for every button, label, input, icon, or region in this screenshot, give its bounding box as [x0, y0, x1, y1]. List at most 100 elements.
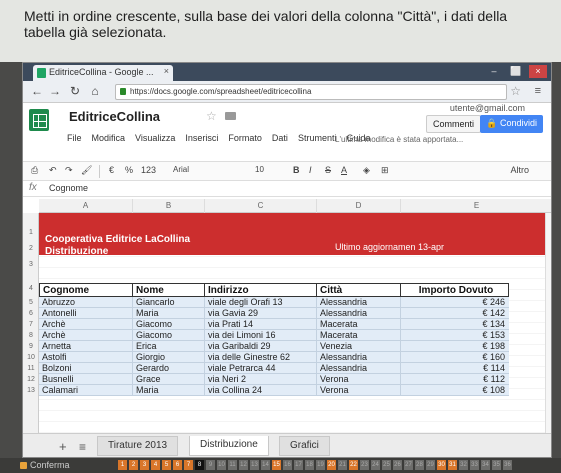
table-cell[interactable]: viale Petrarca 44: [205, 363, 317, 374]
table-row[interactable]: Archè Giacomo via dei Limoni 16 Macerata € 1…: [39, 330, 509, 341]
strikethrough-button[interactable]: S: [325, 165, 331, 175]
browser-menu-icon[interactable]: ≡: [535, 85, 541, 97]
table-cell[interactable]: € 198: [401, 341, 509, 352]
table-cell[interactable]: Bolzoni: [39, 363, 133, 374]
table-cell[interactable]: € 112: [401, 374, 509, 385]
question-number-button[interactable]: 4: [151, 460, 160, 470]
back-arrow-icon[interactable]: ←: [29, 84, 45, 98]
menu-format[interactable]: Formato: [228, 133, 262, 143]
question-number-button[interactable]: 22: [349, 460, 358, 470]
table-row[interactable]: Abruzzo Giancarlo viale degli Orafi 13 Ales…: [39, 297, 509, 308]
table-cell[interactable]: via Collina 24: [205, 385, 317, 396]
question-number-button[interactable]: 29: [426, 460, 435, 470]
question-number-button[interactable]: 26: [393, 460, 402, 470]
column-header-c[interactable]: C: [205, 199, 317, 213]
table-cell[interactable]: Archè: [39, 319, 133, 330]
header-citta[interactable]: Città: [317, 283, 401, 297]
table-cell[interactable]: € 114: [401, 363, 509, 374]
url-input[interactable]: https://docs.google.com/spreadsheet/edit…: [115, 84, 507, 100]
table-row[interactable]: Archè Giacomo via Prati 14 Macerata € 134: [39, 319, 509, 330]
table-cell[interactable]: via Gavia 29: [205, 308, 317, 319]
question-number-button[interactable]: 15: [272, 460, 281, 470]
question-number-button[interactable]: 32: [459, 460, 468, 470]
table-cell[interactable]: Alessandria: [317, 363, 401, 374]
more-button[interactable]: Altro: [510, 165, 529, 175]
table-cell[interactable]: € 134: [401, 319, 509, 330]
row-header[interactable]: 8: [23, 332, 39, 339]
comments-button[interactable]: Commenti: [425, 115, 481, 133]
table-cell[interactable]: Arnetta: [39, 341, 133, 352]
table-cell[interactable]: Gerardo: [133, 363, 205, 374]
home-icon[interactable]: ⌂: [87, 84, 103, 98]
table-cell[interactable]: via Neri 2: [205, 374, 317, 385]
banner-title[interactable]: Cooperativa Editrice LaCollina: [45, 234, 190, 245]
currency-format-button[interactable]: €: [109, 165, 114, 175]
minimize-button[interactable]: –: [485, 65, 503, 78]
row-header[interactable]: 13: [23, 387, 39, 394]
row-header[interactable]: 5: [23, 299, 39, 306]
question-number-button[interactable]: 21: [338, 460, 347, 470]
table-row[interactable]: Arnetta Erica via Garibaldi 29 Venezia € 198: [39, 341, 509, 352]
confirm-button[interactable]: Conferma: [30, 460, 70, 470]
print-icon[interactable]: ⎙: [31, 165, 38, 176]
question-number-button[interactable]: 33: [470, 460, 479, 470]
sheet-list-button[interactable]: ≡: [79, 440, 86, 454]
row-header[interactable]: 11: [23, 365, 39, 372]
table-cell[interactable]: via Prati 14: [205, 319, 317, 330]
star-icon[interactable]: ☆: [206, 109, 217, 123]
font-dropdown[interactable]: Arial: [173, 165, 189, 174]
undo-icon[interactable]: ↶: [49, 165, 57, 176]
question-number-button[interactable]: 10: [217, 460, 226, 470]
table-cell[interactable]: via Garibaldi 29: [205, 341, 317, 352]
question-number-button[interactable]: 13: [250, 460, 259, 470]
row-header[interactable]: 3: [23, 261, 39, 268]
add-sheet-button[interactable]: +: [59, 439, 67, 454]
question-number-button[interactable]: 34: [481, 460, 490, 470]
table-cell[interactable]: Antonelli: [39, 308, 133, 319]
table-cell[interactable]: Giacomo: [133, 330, 205, 341]
header-indirizzo[interactable]: Indirizzo: [205, 283, 317, 297]
table-cell[interactable]: Verona: [317, 374, 401, 385]
bookmark-star-icon[interactable]: ☆: [510, 84, 521, 98]
column-header-a[interactable]: A: [39, 199, 133, 213]
user-email[interactable]: utente@gmail.com: [450, 103, 525, 113]
table-cell[interactable]: Calamari: [39, 385, 133, 396]
table-cell[interactable]: Verona: [317, 385, 401, 396]
last-edit-link[interactable]: L'ultima modifica è stata apportata...: [335, 135, 463, 144]
question-number-button[interactable]: 6: [173, 460, 182, 470]
question-number-button[interactable]: 18: [305, 460, 314, 470]
borders-icon[interactable]: ⊞: [381, 165, 389, 176]
table-cell[interactable]: Busnelli: [39, 374, 133, 385]
reload-icon[interactable]: ↻: [67, 84, 83, 98]
row-header[interactable]: 1: [23, 229, 39, 236]
table-cell[interactable]: Alessandria: [317, 297, 401, 308]
question-number-button[interactable]: 25: [382, 460, 391, 470]
table-cell[interactable]: via dei Limoni 16: [205, 330, 317, 341]
row-header[interactable]: 7: [23, 321, 39, 328]
close-window-button[interactable]: ×: [529, 65, 547, 78]
sheets-logo-icon[interactable]: [29, 109, 49, 131]
table-cell[interactable]: € 108: [401, 385, 509, 396]
bold-button[interactable]: B: [293, 165, 300, 175]
menu-tools[interactable]: Strumenti: [298, 133, 337, 143]
table-row[interactable]: Busnelli Grace via Neri 2 Verona € 112: [39, 374, 509, 385]
table-cell[interactable]: Venezia: [317, 341, 401, 352]
table-row[interactable]: Astolfi Giorgio via delle Ginestre 62 Aless…: [39, 352, 509, 363]
row-header[interactable]: 4: [23, 285, 39, 292]
question-number-button[interactable]: 16: [283, 460, 292, 470]
table-cell[interactable]: Giorgio: [133, 352, 205, 363]
paint-format-icon[interactable]: 🖌: [81, 165, 92, 176]
spreadsheet-grid[interactable]: A B C D E 1 2 3 4 5 6 7 8 9 10 11 12 13 …: [23, 199, 551, 433]
tab-tirature-2013[interactable]: Tirature 2013: [97, 436, 179, 456]
question-number-button[interactable]: 5: [162, 460, 171, 470]
vertical-scrollbar[interactable]: [545, 213, 551, 433]
question-number-button[interactable]: 12: [239, 460, 248, 470]
question-number-button[interactable]: 31: [448, 460, 457, 470]
italic-button[interactable]: I: [309, 165, 312, 175]
text-color-button[interactable]: A: [341, 165, 347, 175]
question-number-button[interactable]: 17: [294, 460, 303, 470]
browser-tab[interactable]: EditriceCollina - Google ... ×: [33, 65, 173, 81]
table-row[interactable]: Antonelli Maria via Gavia 29 Alessandria € 1…: [39, 308, 509, 319]
question-number-button[interactable]: 8: [195, 460, 204, 470]
column-header-d[interactable]: D: [317, 199, 401, 213]
